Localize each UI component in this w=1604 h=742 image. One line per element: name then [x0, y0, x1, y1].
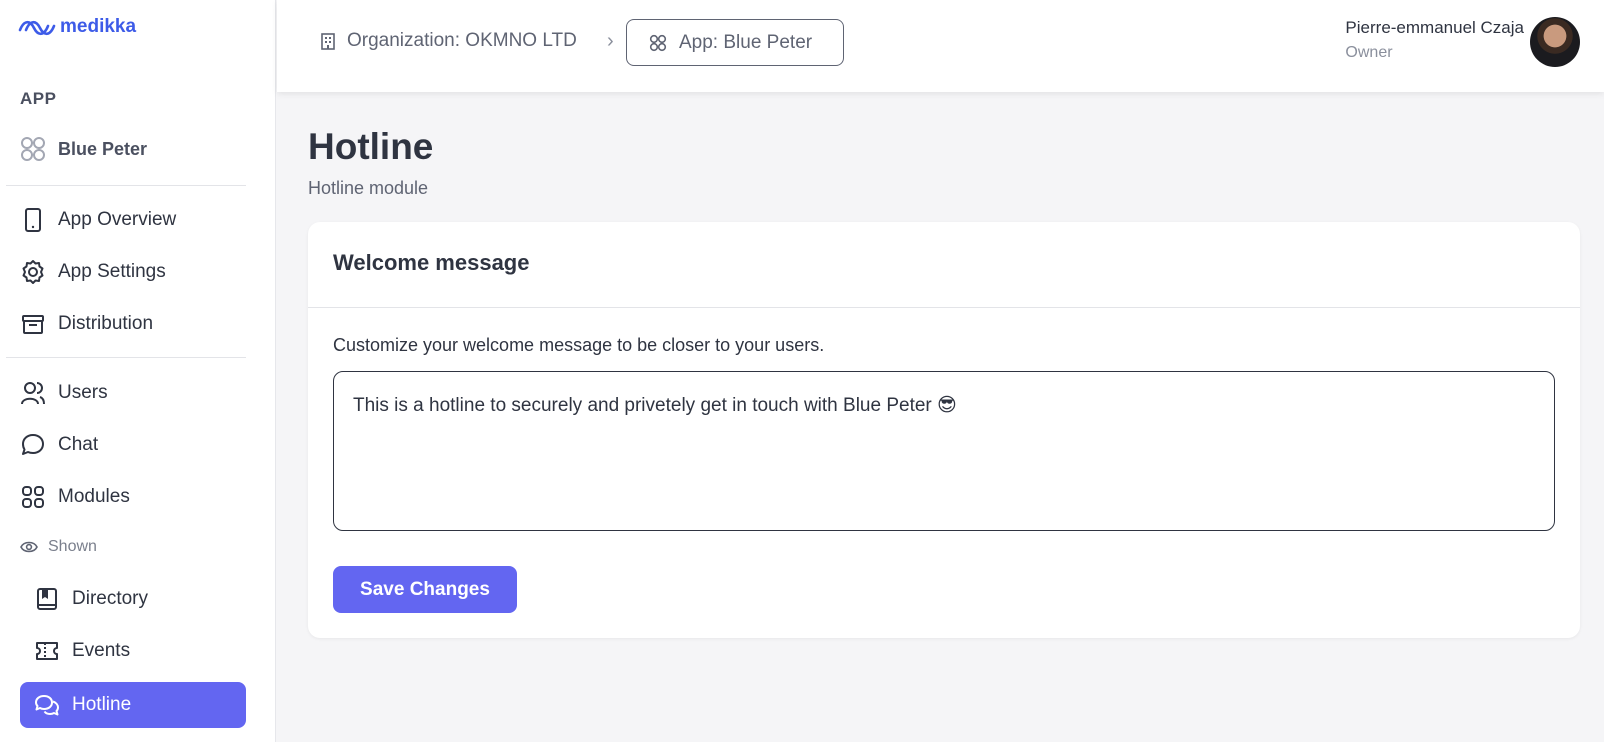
shown-label: Shown — [48, 538, 97, 555]
medikka-logo-icon — [18, 20, 56, 36]
ticket-icon — [36, 642, 58, 660]
sidebar-divider — [6, 357, 246, 358]
sidebar-item-label: Hotline — [72, 694, 132, 715]
book-icon — [37, 588, 57, 610]
sidebar-app-name[interactable]: Blue Peter — [20, 136, 147, 162]
section-label: APP — [20, 89, 57, 108]
sidebar-item-chat[interactable]: Chat — [20, 422, 246, 468]
brand-name: medikka — [60, 16, 137, 37]
breadcrumb-app-label: App: Blue Peter — [679, 31, 813, 53]
shown-section-label: Shown — [20, 538, 97, 556]
top-bar: Organization: OKMNO LTD › App: Blue Pete… — [277, 0, 1604, 92]
user-name: Pierre-emmanuel Czaja — [1345, 18, 1524, 37]
sidebar-item-label: Distribution — [58, 313, 154, 334]
medikka-logo[interactable]: medikka — [18, 16, 136, 38]
sidebar-item-app-overview[interactable]: App Overview — [20, 197, 246, 243]
sidebar-item-label: App Settings — [58, 261, 166, 282]
sidebar-item-events[interactable]: Events — [34, 628, 246, 674]
sidebar-item-label: Directory — [72, 588, 149, 609]
app-name-label: Blue Peter — [58, 138, 148, 159]
breadcrumb-organization-label: Organization: OKMNO LTD — [347, 30, 577, 51]
user-menu[interactable]: Pierre-emmanuel Czaja Owner — [1345, 18, 1524, 62]
welcome-message-textarea[interactable]: This is a hotline to securely and privet… — [333, 371, 1555, 531]
sidebar-item-distribution[interactable]: Distribution — [20, 301, 246, 347]
sidebar-item-app-settings[interactable]: App Settings — [20, 249, 246, 295]
breadcrumb-app[interactable]: App: Blue Peter — [626, 19, 844, 66]
breadcrumb-organization[interactable]: Organization: OKMNO LTD — [319, 30, 577, 52]
sidebar-item-modules[interactable]: Modules — [20, 474, 246, 520]
users-icon — [21, 382, 45, 405]
welcome-message-label: Customize your welcome message to be clo… — [333, 335, 825, 355]
grid-icon — [22, 486, 44, 508]
page-title: Hotline — [308, 126, 434, 167]
apps-grid-icon — [21, 137, 45, 161]
sidebar: medikka APP Blue Peter App Overview App … — [0, 0, 276, 742]
tablet-icon — [25, 208, 41, 232]
chat-bubbles-icon — [35, 695, 59, 716]
building-icon — [321, 33, 335, 50]
eye-icon — [20, 541, 38, 553]
save-changes-button[interactable]: Save Changes — [333, 566, 517, 613]
card-title: Welcome message — [333, 250, 530, 275]
chat-bubble-icon — [22, 434, 44, 455]
sidebar-item-label: Chat — [58, 434, 99, 455]
sidebar-item-directory[interactable]: Directory — [34, 576, 246, 622]
gear-icon — [22, 260, 44, 284]
user-role: Owner — [1345, 44, 1393, 61]
sidebar-item-hotline[interactable]: Hotline — [20, 682, 246, 728]
sidebar-item-label: Users — [58, 382, 108, 403]
store-icon — [22, 315, 44, 334]
sidebar-item-label: Events — [72, 640, 131, 661]
avatar[interactable] — [1530, 17, 1580, 67]
breadcrumb-separator: › — [607, 30, 614, 52]
apps-grid-icon — [649, 34, 667, 51]
page-subtitle: Hotline module — [308, 178, 429, 198]
card-divider — [308, 307, 1580, 308]
sidebar-item-label: App Overview — [58, 209, 177, 230]
sidebar-divider — [6, 185, 246, 186]
welcome-message-card: Welcome message Customize your welcome m… — [308, 222, 1580, 638]
sidebar-item-label: Modules — [58, 486, 130, 507]
sidebar-item-users[interactable]: Users — [20, 370, 246, 416]
